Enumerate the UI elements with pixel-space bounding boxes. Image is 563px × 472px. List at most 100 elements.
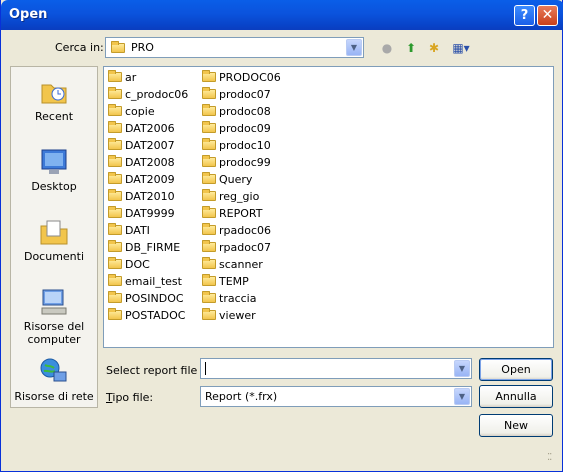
folder-icon bbox=[108, 223, 122, 235]
look-in-label: Cerca in: bbox=[55, 41, 104, 54]
folder-name: DAT2007 bbox=[125, 139, 175, 152]
folder-name: DOC bbox=[125, 258, 150, 271]
folder-name: TEMP bbox=[219, 275, 249, 288]
folder-item[interactable]: ar bbox=[108, 70, 136, 86]
network-icon bbox=[40, 358, 67, 382]
back-icon[interactable]: ● bbox=[379, 40, 395, 56]
place-recent[interactable]: Recent bbox=[11, 77, 97, 123]
folder-icon bbox=[202, 155, 216, 167]
filetype-value: Report (*.frx) bbox=[205, 390, 278, 403]
folder-item[interactable]: prodoc07 bbox=[202, 87, 271, 103]
filetype-dropdown[interactable]: Report (*.frx) ▼ bbox=[200, 386, 472, 407]
folder-item[interactable]: email_test bbox=[108, 274, 182, 290]
folder-icon bbox=[108, 206, 122, 218]
folder-item[interactable]: traccia bbox=[202, 291, 256, 307]
folder-name: c_prodoc06 bbox=[125, 88, 189, 101]
folder-item[interactable]: DB_FIRME bbox=[108, 240, 180, 256]
look-in-dropdown[interactable]: PRO ▼ bbox=[105, 37, 364, 58]
folder-name: DAT2006 bbox=[125, 122, 175, 135]
folder-name: DAT2009 bbox=[125, 173, 175, 186]
folder-name: DATI bbox=[125, 224, 150, 237]
filename-input[interactable]: ▼ bbox=[200, 358, 472, 379]
chevron-down-icon[interactable]: ▼ bbox=[454, 360, 470, 377]
folder-icon bbox=[202, 121, 216, 133]
chevron-down-icon[interactable]: ▼ bbox=[346, 39, 362, 56]
folder-name: scanner bbox=[219, 258, 263, 271]
folder-item[interactable]: Query bbox=[202, 172, 252, 188]
folder-name: POSTADOC bbox=[125, 309, 186, 322]
new-button[interactable]: New bbox=[479, 414, 553, 437]
folder-item[interactable]: prodoc09 bbox=[202, 121, 271, 137]
folder-icon bbox=[202, 308, 216, 320]
folder-item[interactable]: prodoc08 bbox=[202, 104, 271, 120]
close-button[interactable]: ✕ bbox=[537, 5, 558, 26]
folder-item[interactable]: REPORT bbox=[202, 206, 262, 222]
folder-item[interactable]: DAT2009 bbox=[108, 172, 175, 188]
folder-item[interactable]: DOC bbox=[108, 257, 150, 273]
folder-icon bbox=[202, 240, 216, 252]
folder-item[interactable]: TEMP bbox=[202, 274, 249, 290]
folder-item[interactable]: prodoc10 bbox=[202, 138, 271, 154]
place-network[interactable]: Risorse di rete bbox=[11, 357, 97, 403]
folder-item[interactable]: DAT2006 bbox=[108, 121, 175, 137]
place-label: Recent bbox=[34, 110, 74, 123]
new-folder-icon[interactable]: ✱ bbox=[425, 40, 443, 56]
open-button[interactable]: Open bbox=[479, 358, 553, 381]
folder-item[interactable]: PRODOC06 bbox=[202, 70, 281, 86]
up-folder-icon[interactable]: ⬆ bbox=[403, 40, 419, 56]
chevron-down-icon[interactable]: ▼ bbox=[454, 388, 470, 405]
cancel-button[interactable]: Annulla bbox=[479, 385, 553, 408]
folder-icon bbox=[108, 291, 122, 303]
folder-icon bbox=[108, 138, 122, 150]
documents-icon bbox=[40, 220, 68, 245]
folder-icon bbox=[108, 189, 122, 201]
folder-name: prodoc08 bbox=[219, 105, 271, 118]
folder-item[interactable]: DAT2008 bbox=[108, 155, 175, 171]
folder-item[interactable]: DATI bbox=[108, 223, 150, 239]
folder-name: DAT9999 bbox=[125, 207, 175, 220]
folder-icon bbox=[108, 240, 122, 252]
folder-item[interactable]: DAT9999 bbox=[108, 206, 175, 222]
places-bar: Recent Desktop Documenti Risorse del com… bbox=[10, 66, 98, 408]
folder-item[interactable]: POSTADOC bbox=[108, 308, 185, 324]
place-desktop[interactable]: Desktop bbox=[11, 147, 97, 193]
folder-name: traccia bbox=[219, 292, 257, 305]
folder-name: copie bbox=[125, 105, 155, 118]
text-cursor bbox=[205, 362, 206, 375]
help-button[interactable]: ? bbox=[514, 5, 535, 26]
folder-item[interactable]: copie bbox=[108, 104, 155, 120]
folder-item[interactable]: scanner bbox=[202, 257, 263, 273]
file-list[interactable]: ar c_prodoc06copie DAT2006 DAT2007 DAT2008 DA… bbox=[103, 66, 554, 348]
desktop-icon bbox=[41, 149, 67, 174]
folder-item[interactable]: prodoc99 bbox=[202, 155, 271, 171]
folder-name: reg_gio bbox=[219, 190, 260, 203]
folder-name: DAT2008 bbox=[125, 156, 175, 169]
place-computer[interactable]: Risorse del computer bbox=[11, 287, 97, 346]
filename-label: Select report file bbox=[106, 364, 198, 377]
folder-item[interactable]: rpadoc07 bbox=[202, 240, 271, 256]
filetype-label: Tipo file: bbox=[106, 391, 154, 404]
views-menu-icon[interactable]: ▦▾ bbox=[449, 40, 473, 56]
folder-icon bbox=[202, 189, 216, 201]
folder-name: prodoc09 bbox=[219, 122, 271, 135]
folder-name: ar bbox=[125, 71, 137, 84]
folder-name: DAT2010 bbox=[125, 190, 175, 203]
folder-icon bbox=[108, 274, 122, 286]
folder-icon bbox=[202, 172, 216, 184]
folder-icon bbox=[108, 172, 122, 184]
resize-grip[interactable]: ⁚⁚ bbox=[547, 453, 559, 467]
place-documents[interactable]: Documenti bbox=[11, 217, 97, 263]
folder-item[interactable]: DAT2010 bbox=[108, 189, 175, 205]
folder-icon bbox=[108, 121, 122, 133]
folder-item[interactable]: DAT2007 bbox=[108, 138, 175, 154]
folder-icon bbox=[202, 206, 216, 218]
title-bar[interactable]: Open ? ✕ bbox=[1, 0, 563, 30]
folder-item[interactable]: reg_gio bbox=[202, 189, 259, 205]
folder-item[interactable]: POSINDOC bbox=[108, 291, 184, 307]
folder-icon bbox=[202, 274, 216, 286]
place-label: Risorse di rete bbox=[14, 390, 94, 403]
folder-item[interactable]: viewer bbox=[202, 308, 256, 324]
folder-item[interactable]: c_prodoc06 bbox=[108, 87, 188, 103]
folder-item[interactable]: rpadoc06 bbox=[202, 223, 271, 239]
folder-name: prodoc07 bbox=[219, 88, 271, 101]
